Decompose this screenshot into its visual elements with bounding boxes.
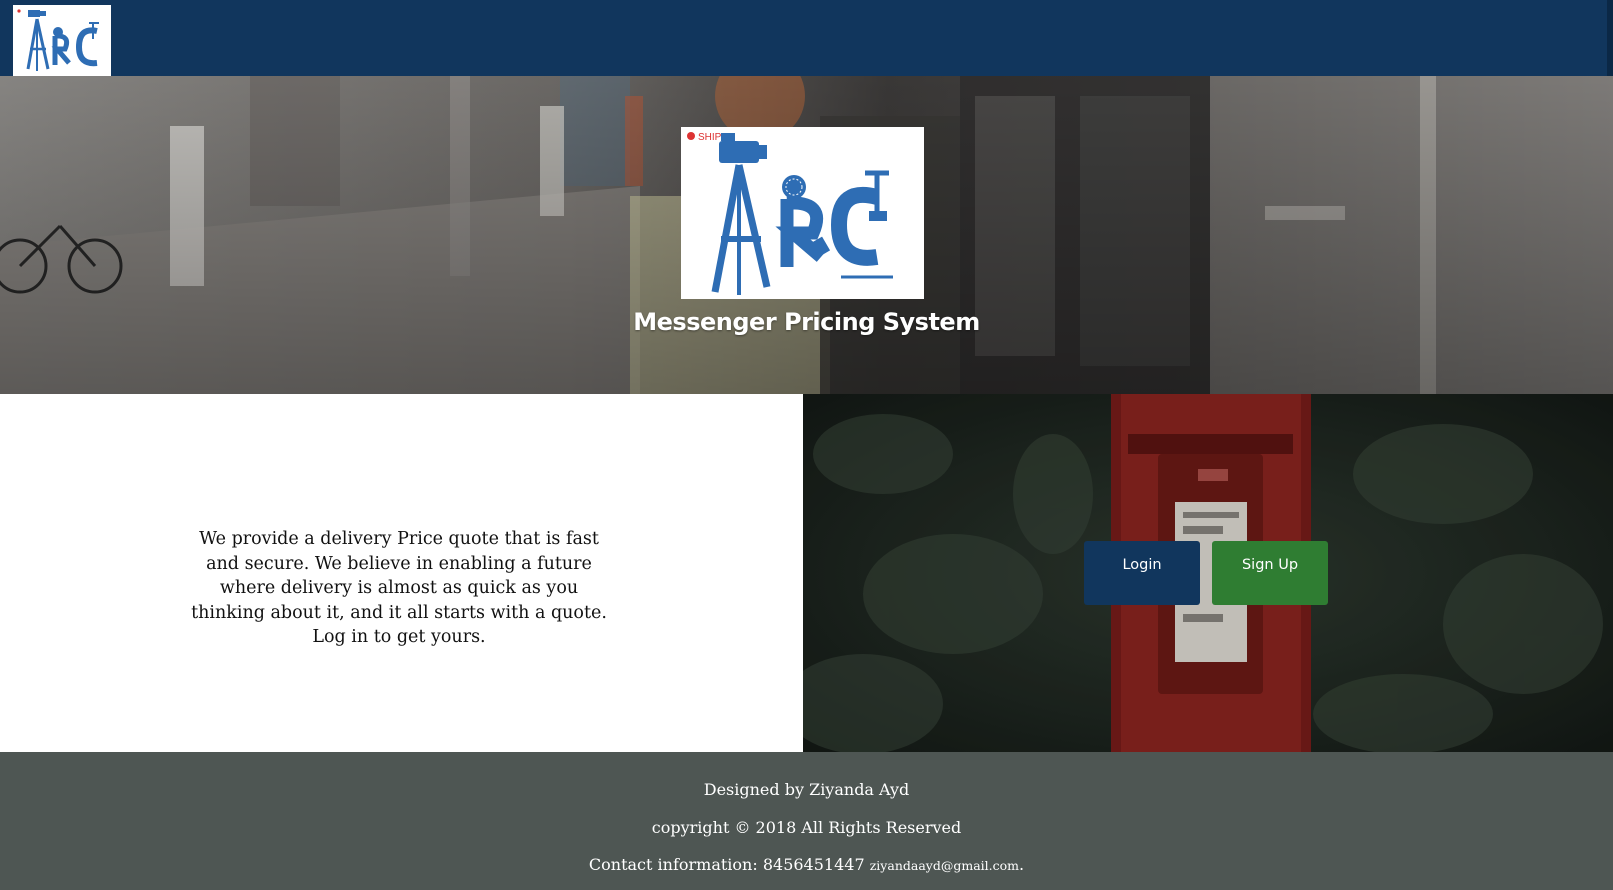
login-button[interactable]: Login xyxy=(1084,541,1200,605)
contact-suffix: . xyxy=(1019,855,1025,874)
auth-panel: Login Sign Up xyxy=(803,394,1613,752)
arc-logo-icon xyxy=(13,5,111,76)
postbox-background-image xyxy=(803,394,1613,752)
designed-by-text: Designed by Ziyanda Ayd xyxy=(703,780,910,799)
contact-email-link[interactable]: ziyandaayd@gmail.com xyxy=(870,858,1019,873)
logo-ship-text: SHIP xyxy=(698,132,722,143)
hero-logo: SHIP xyxy=(681,127,924,299)
contact-label: Contact information: 8456451447 xyxy=(588,855,865,874)
intro-panel: We provide a delivery Price quote that i… xyxy=(0,394,803,752)
contact-info: Contact information: 8456451447 ziyandaa… xyxy=(0,855,1613,874)
tagline-text: We provide a delivery Price quote that i… xyxy=(191,529,607,647)
navbar-logo[interactable] xyxy=(13,5,111,76)
page-title: Messenger Pricing System xyxy=(633,308,980,336)
copyright-text: copyright © 2018 All Rights Reserved xyxy=(651,818,962,837)
hero-banner: SHIP Messenger Pricing System xyxy=(0,76,1613,394)
top-navbar xyxy=(0,0,1613,76)
arc-logo-icon: SHIP xyxy=(681,127,924,299)
signup-button[interactable]: Sign Up xyxy=(1212,541,1328,605)
footer: Designed by Ziyanda Ayd copyright © 2018… xyxy=(0,752,1613,890)
